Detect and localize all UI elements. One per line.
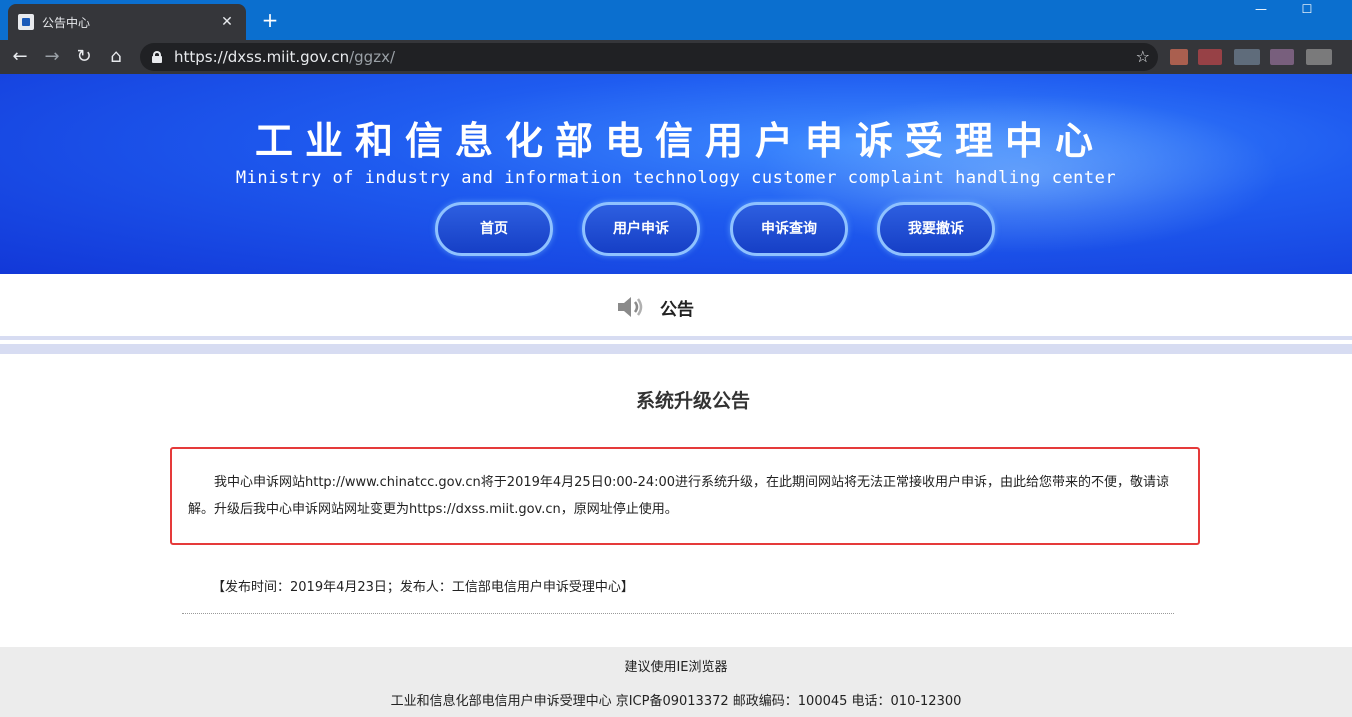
browser-recommendation: 建议使用IE浏览器 [624, 660, 728, 675]
new-tab-button[interactable]: + [258, 8, 282, 32]
site-title: 工业和信息化部电信用户申诉受理中心 [254, 118, 1105, 163]
browser-tab[interactable]: 公告中心 ✕ [8, 4, 246, 40]
close-tab-icon[interactable]: ✕ [218, 13, 236, 31]
site-header-banner: 工业和信息化部电信用户申诉受理中心 Ministry of industry a… [0, 74, 1352, 274]
article-content-highlight: 我中心申诉网站http://www.chinatcc.gov.cn将于2019年… [170, 447, 1200, 545]
tab-title: 公告中心 [42, 15, 91, 30]
nav-complaint-button[interactable]: 用户申诉 [582, 202, 700, 256]
forward-icon[interactable]: → [40, 45, 64, 69]
url-host: https://dxss.miit.gov.cn [174, 48, 350, 66]
site-subtitle: Ministry of industry and information tec… [235, 168, 1117, 188]
notice-section-label: 公告 [660, 300, 694, 320]
divider [0, 336, 1352, 340]
footer-info: 工业和信息化部电信用户申诉受理中心 京ICP备09013372 邮政编码：100… [390, 694, 962, 709]
article-body: 我中心申诉网站http://www.chinatcc.gov.cn将于2019年… [188, 475, 1170, 517]
site-favicon-icon [18, 14, 34, 30]
extension-icon[interactable] [1234, 49, 1260, 65]
bookmark-star-icon[interactable]: ☆ [1136, 47, 1150, 66]
divider [182, 613, 1174, 614]
address-bar[interactable]: https://dxss.miit.gov.cn/ggzx/ ☆ [140, 43, 1158, 71]
minimize-button[interactable]: — [1238, 0, 1284, 20]
profile-avatar[interactable] [1306, 49, 1332, 65]
url-path: /ggzx/ [349, 48, 395, 66]
lock-icon [152, 51, 162, 63]
extension-icon[interactable] [1270, 49, 1294, 65]
browser-tab-strip: 公告中心 ✕ + — ☐ [0, 0, 1352, 40]
browser-toolbar: ← → ↻ ⌂ https://dxss.miit.gov.cn/ggzx/ ☆ [0, 40, 1352, 74]
nav-withdraw-button[interactable]: 我要撤诉 [877, 202, 995, 256]
publish-info: 【发布时间：2019年4月23日；发布人：工信部电信用户申诉受理中心】 [212, 580, 634, 595]
page-footer: 建议使用IE浏览器 工业和信息化部电信用户申诉受理中心 京ICP备0901337… [0, 647, 1352, 717]
nav-query-button[interactable]: 申诉查询 [730, 202, 848, 256]
article-title: 系统升级公告 [635, 390, 750, 412]
notice-section-header: 公告 [0, 274, 1352, 338]
maximize-button[interactable]: ☐ [1284, 0, 1330, 20]
reload-icon[interactable]: ↻ [72, 45, 96, 69]
nav-home-button[interactable]: 首页 [435, 202, 553, 256]
extension-icon[interactable] [1198, 49, 1222, 65]
home-icon[interactable]: ⌂ [104, 45, 128, 69]
divider [0, 344, 1352, 354]
back-icon[interactable]: ← [8, 45, 32, 69]
speaker-icon [618, 297, 643, 317]
extension-icon[interactable] [1170, 49, 1188, 65]
